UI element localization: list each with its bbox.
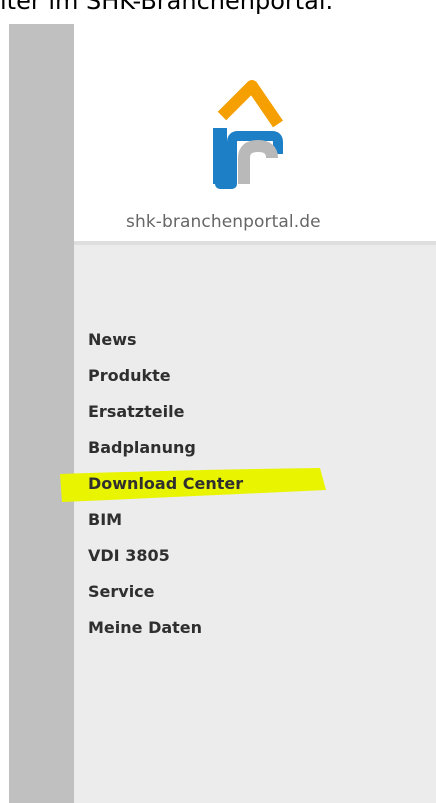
menu-item-vdi-3805[interactable]: VDI 3805 xyxy=(88,541,243,577)
menu-divider xyxy=(74,241,436,245)
menu-item-download-center[interactable]: Download Center xyxy=(88,469,243,505)
main-menu: News Produkte Ersatzteile Badplanung Dow… xyxy=(88,325,243,649)
left-sidebar-strip xyxy=(9,24,74,803)
page: iter im SHK-Branchenportal. shk-branchen… xyxy=(0,0,436,803)
caption-text: iter im SHK-Branchenportal. xyxy=(0,0,334,15)
menu-item-meine-daten[interactable]: Meine Daten xyxy=(88,613,243,649)
menu-item-news[interactable]: News xyxy=(88,325,243,361)
house-logo-icon xyxy=(213,80,283,189)
menu-item-service[interactable]: Service xyxy=(88,577,243,613)
menu-item-badplanung[interactable]: Badplanung xyxy=(88,433,243,469)
menu-item-produkte[interactable]: Produkte xyxy=(88,361,243,397)
menu-item-bim[interactable]: BIM xyxy=(88,505,243,541)
logo-panel[interactable]: shk-branchenportal.de xyxy=(74,28,436,241)
logo-text: shk-branchenportal.de xyxy=(126,212,321,232)
menu-item-ersatzteile[interactable]: Ersatzteile xyxy=(88,397,243,433)
